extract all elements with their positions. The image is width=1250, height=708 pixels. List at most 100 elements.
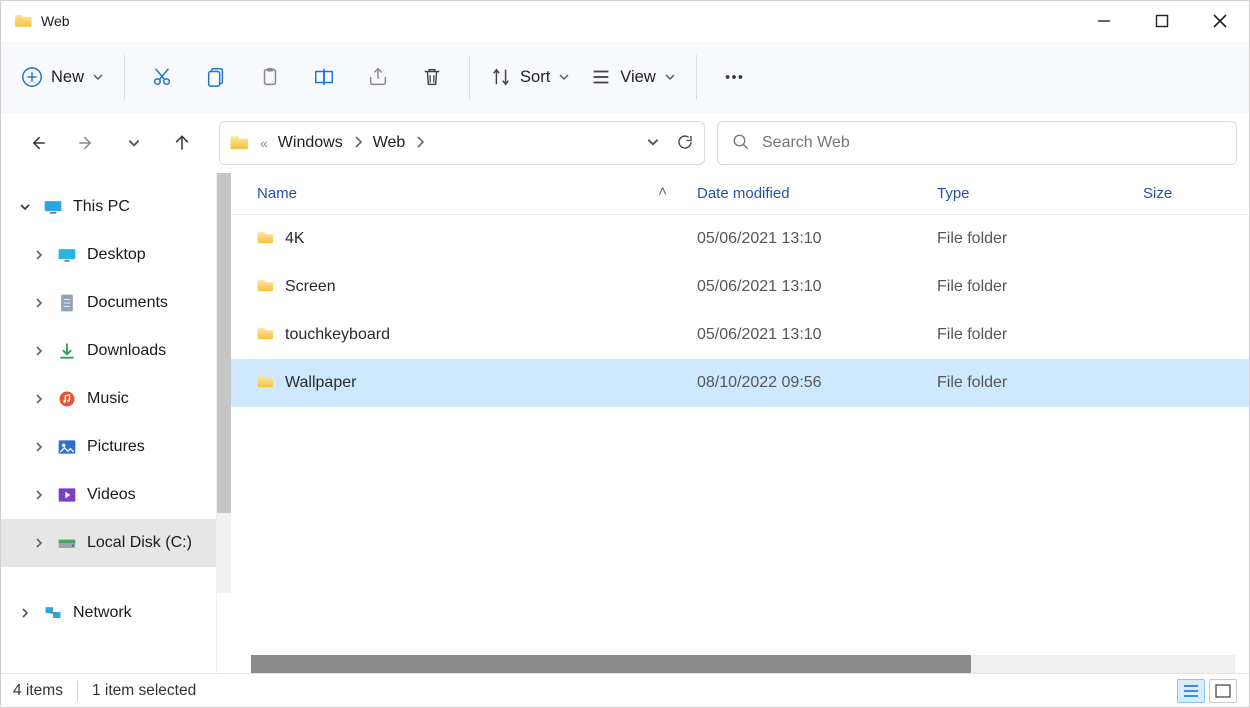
window-title: Web	[41, 13, 70, 29]
file-name: Wallpaper	[285, 374, 356, 392]
chevron-right-icon[interactable]	[31, 345, 47, 357]
chevron-right-icon[interactable]	[31, 297, 47, 309]
chevron-right-icon[interactable]	[31, 489, 47, 501]
toolbar-separator	[124, 55, 125, 99]
copy-button[interactable]	[189, 55, 243, 99]
file-name: Screen	[285, 278, 336, 296]
toolbar-separator	[696, 55, 697, 99]
videos-icon	[57, 485, 77, 505]
sidebar-item-network[interactable]: Network	[1, 589, 216, 637]
chevron-down-icon	[664, 71, 676, 83]
share-button[interactable]	[351, 55, 405, 99]
search-icon	[732, 133, 750, 154]
view-button[interactable]: View	[580, 55, 685, 99]
titlebar: Web	[1, 1, 1249, 41]
breadcrumb-segment[interactable]: Web	[373, 134, 406, 152]
chevron-right-icon	[353, 135, 363, 152]
file-date: 05/06/2021 13:10	[697, 230, 937, 248]
rename-icon	[313, 66, 335, 88]
sidebar-item-downloads[interactable]: Downloads	[1, 327, 216, 375]
file-type: File folder	[937, 374, 1143, 392]
history-dropdown[interactable]	[646, 135, 660, 152]
paste-button[interactable]	[243, 55, 297, 99]
pc-icon	[43, 197, 63, 217]
body: This PC Desktop Documents Downloads Music Pi…	[1, 173, 1249, 673]
maximize-button[interactable]	[1133, 1, 1191, 41]
copy-icon	[205, 66, 227, 88]
file-type: File folder	[937, 326, 1143, 344]
breadcrumb[interactable]: « Windows Web	[219, 121, 705, 165]
sidebar: This PC Desktop Documents Downloads Music Pi…	[1, 173, 217, 673]
view-label: View	[620, 68, 655, 87]
navigation-row: « Windows Web	[1, 113, 1249, 173]
table-row[interactable]: Wallpaper08/10/2022 09:56File folder	[217, 359, 1249, 407]
up-button[interactable]	[169, 130, 195, 156]
column-type[interactable]: Type	[937, 185, 1143, 202]
sort-caret-icon: ˄	[658, 183, 667, 200]
scrollbar-thumb[interactable]	[217, 173, 231, 513]
trash-icon	[421, 66, 443, 88]
chevron-right-icon[interactable]	[31, 441, 47, 453]
sidebar-item-this-pc[interactable]: This PC	[1, 183, 216, 231]
sidebar-item-music[interactable]: Music	[1, 375, 216, 423]
share-icon	[367, 66, 389, 88]
minimize-button[interactable]	[1075, 1, 1133, 41]
forward-button[interactable]	[73, 130, 99, 156]
recent-locations-button[interactable]	[121, 130, 147, 156]
chevron-down-icon[interactable]	[17, 201, 33, 213]
nav-buttons	[13, 130, 207, 156]
sidebar-item-pictures[interactable]: Pictures	[1, 423, 216, 471]
folder-icon	[257, 374, 275, 393]
column-name[interactable]: Name ˄	[257, 185, 697, 202]
pictures-icon	[57, 437, 77, 457]
details-view-button[interactable]	[1177, 679, 1205, 703]
sidebar-label: Downloads	[87, 342, 166, 360]
sort-label: Sort	[520, 68, 550, 87]
chevron-right-icon[interactable]	[17, 607, 33, 619]
sidebar-item-videos[interactable]: Videos	[1, 471, 216, 519]
delete-button[interactable]	[405, 55, 459, 99]
chevron-right-icon[interactable]	[31, 249, 47, 261]
sidebar-item-desktop[interactable]: Desktop	[1, 231, 216, 279]
file-type: File folder	[937, 230, 1143, 248]
back-button[interactable]	[25, 130, 51, 156]
horizontal-scroll-thumb[interactable]	[251, 655, 971, 673]
documents-icon	[57, 293, 77, 313]
breadcrumb-overflow[interactable]: «	[260, 135, 268, 151]
sidebar-item-documents[interactable]: Documents	[1, 279, 216, 327]
chevron-right-icon[interactable]	[31, 393, 47, 405]
sidebar-label: Music	[87, 390, 129, 408]
refresh-button[interactable]	[676, 133, 694, 154]
sidebar-label: Documents	[87, 294, 168, 312]
column-date-modified[interactable]: Date modified	[697, 185, 937, 202]
sidebar-label: Network	[73, 604, 132, 622]
cut-button[interactable]	[135, 55, 189, 99]
sort-button[interactable]: Sort	[480, 55, 580, 99]
search-input[interactable]	[762, 134, 1222, 152]
downloads-icon	[57, 341, 77, 361]
table-row[interactable]: touchkeyboard05/06/2021 13:10File folder	[217, 311, 1249, 359]
horizontal-scrollbar[interactable]	[251, 655, 1235, 673]
more-button[interactable]	[707, 55, 761, 99]
sidebar-label: Pictures	[87, 438, 145, 456]
sidebar-item-local-disk-c-[interactable]: Local Disk (C:)	[1, 519, 216, 567]
folder-icon	[15, 12, 33, 30]
search-box[interactable]	[717, 121, 1237, 165]
toolbar: New Sort View	[1, 41, 1249, 113]
rename-button[interactable]	[297, 55, 351, 99]
folder-icon	[257, 278, 275, 297]
status-selection: 1 item selected	[92, 682, 196, 700]
chevron-right-icon[interactable]	[31, 537, 47, 549]
folder-icon	[230, 134, 250, 153]
folder-icon	[257, 230, 275, 249]
sidebar-label: This PC	[73, 198, 130, 216]
table-row[interactable]: Screen05/06/2021 13:10File folder	[217, 263, 1249, 311]
desktop-icon	[57, 245, 77, 265]
thumbnails-view-button[interactable]	[1209, 679, 1237, 703]
new-button[interactable]: New	[11, 55, 114, 99]
table-row[interactable]: 4K05/06/2021 13:10File folder	[217, 215, 1249, 263]
close-button[interactable]	[1191, 1, 1249, 41]
column-size[interactable]: Size	[1143, 185, 1249, 202]
breadcrumb-segment[interactable]: Windows	[278, 134, 343, 152]
chevron-right-icon	[415, 135, 425, 152]
